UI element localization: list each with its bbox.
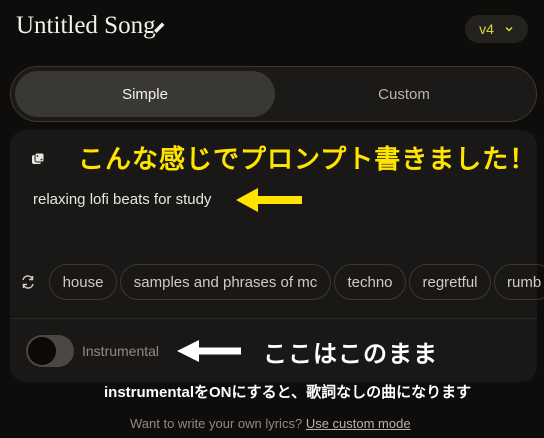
song-title[interactable]: Untitled Song [16,12,156,40]
tab-simple[interactable]: Simple [15,71,275,117]
mode-toggle: Simple Custom [10,66,537,122]
header: Untitled Song v4 [0,0,544,56]
instrumental-label: Instrumental [82,343,160,359]
custom-mode-link[interactable]: Use custom mode [306,416,411,431]
style-tag-regretful[interactable]: regretful [409,264,491,300]
version-select[interactable]: v4 [465,15,528,43]
footer: Want to write your own lyrics? Use custo… [130,416,411,431]
arrow-left-icon [177,340,241,362]
style-tag-samples[interactable]: samples and phrases of mc [120,264,331,300]
style-tag-techno[interactable]: techno [334,264,406,300]
refresh-icon[interactable] [20,274,36,290]
pencil-icon[interactable] [151,20,167,36]
instrumental-toggle[interactable] [26,335,74,367]
annotation-main: こんな感じでプロンプト書きました！ [78,144,537,174]
tab-custom[interactable]: Custom [277,71,531,117]
footer-question: Want to write your own lyrics? [130,416,303,431]
prompt-input[interactable]: relaxing lofi beats for study [33,191,211,208]
version-label: v4 [479,21,494,37]
arrow-left-icon [236,188,302,212]
toggle-knob [28,337,56,365]
style-tag-house[interactable]: house [49,264,117,300]
chevron-down-icon [505,26,513,32]
annotation-keep: ここはこのまま [263,341,438,368]
style-tag-rumba[interactable]: rumb [494,264,544,300]
dice-icon[interactable] [31,152,45,166]
divider [10,318,537,319]
annotation-note: instrumentalをONにすると、歌詞なしの曲になります [104,384,472,401]
